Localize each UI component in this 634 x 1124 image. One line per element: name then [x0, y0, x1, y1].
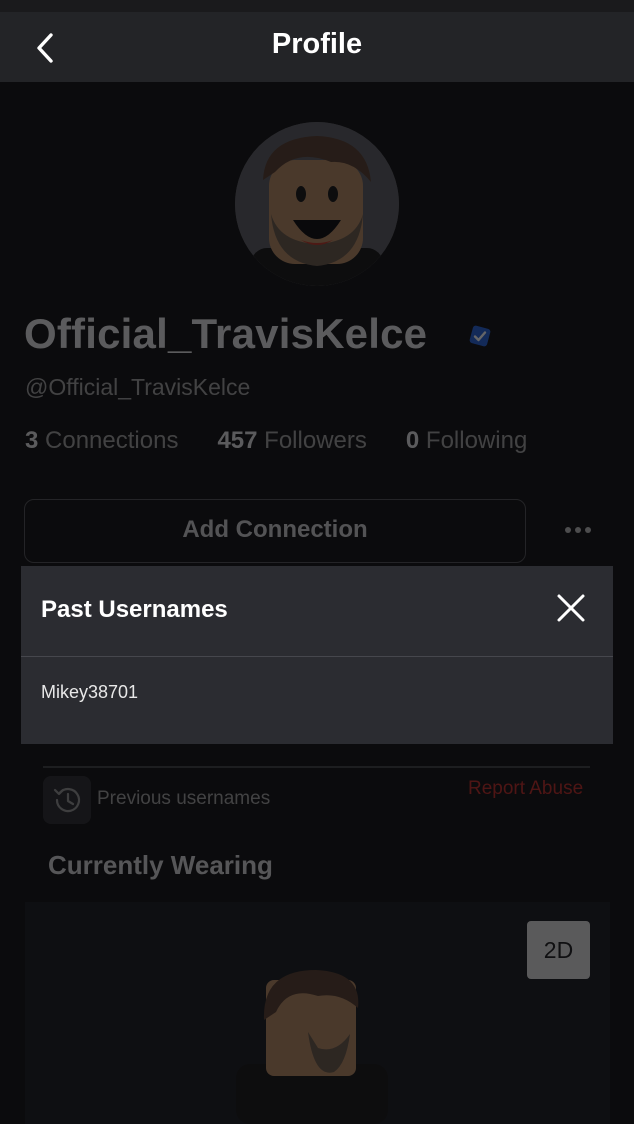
close-icon: [557, 594, 585, 622]
modal-header: Past Usernames: [21, 566, 613, 657]
modal-title: Past Usernames: [41, 596, 228, 623]
close-button[interactable]: [555, 592, 587, 624]
past-usernames-modal: Past Usernames Mikey38701: [21, 566, 613, 744]
profile-page: Profile Official_TravisKelce @Official_T…: [0, 0, 634, 1124]
top-bar: Profile: [0, 0, 634, 82]
past-username-item: Mikey38701: [41, 682, 139, 702]
page-title: Profile: [271, 28, 363, 60]
